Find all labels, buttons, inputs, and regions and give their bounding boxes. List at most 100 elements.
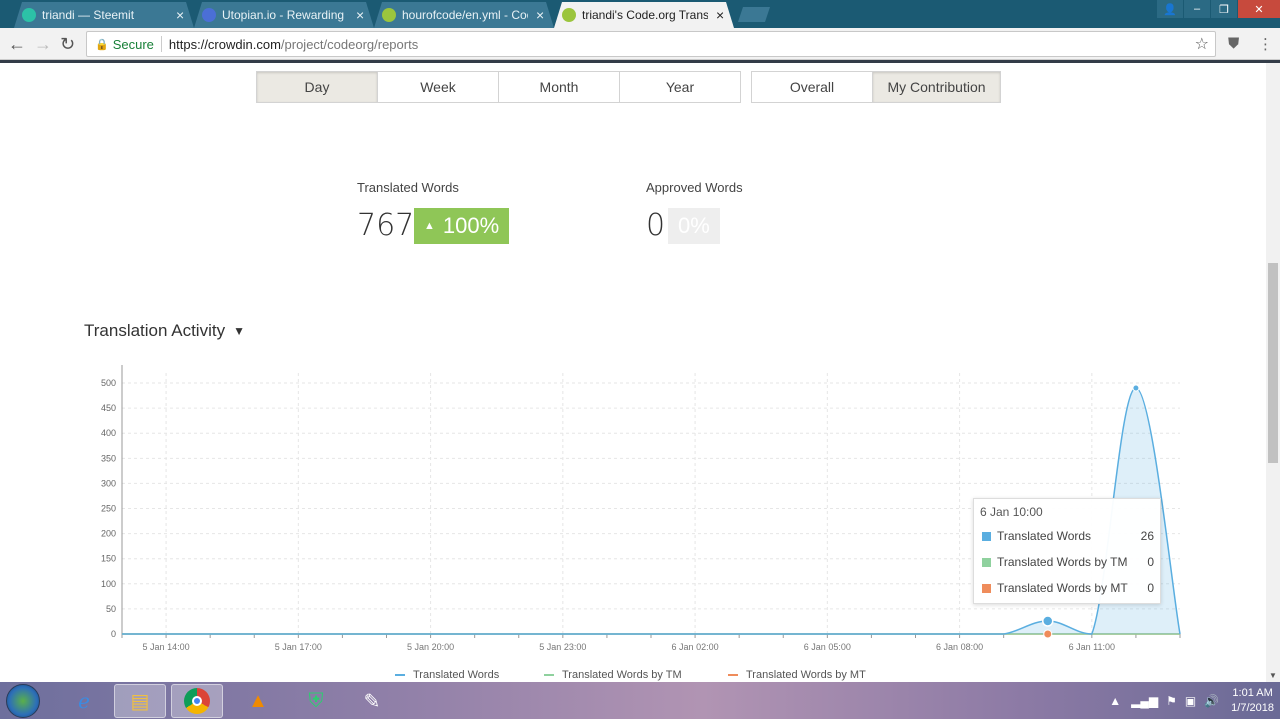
legend-swatch bbox=[982, 583, 991, 593]
x-tick-label: 5 Jan 14:00 bbox=[143, 642, 190, 652]
user-icon[interactable]: 👤 bbox=[1157, 0, 1183, 18]
back-icon[interactable]: ← bbox=[8, 34, 26, 55]
shield-icon[interactable]: ⛊ bbox=[1228, 35, 1239, 52]
utopian-icon bbox=[202, 8, 216, 22]
period-filter: Day Week Month Year bbox=[256, 71, 741, 103]
tab-title: hourofcode/en.yml - Cod bbox=[402, 8, 528, 22]
legend-label: Translated Words bbox=[413, 669, 500, 681]
translation-activity-dropdown[interactable]: Translation Activity ▼ bbox=[84, 321, 245, 341]
up-arrow-icon: ▲ bbox=[424, 220, 435, 232]
network-icon[interactable]: ▣ bbox=[1185, 694, 1196, 708]
tooltip-series-name: Translated Words by MT bbox=[997, 581, 1128, 595]
approved-change-badge: 0% bbox=[668, 208, 720, 244]
legend-label: Translated Words by MT bbox=[746, 669, 866, 681]
window-controls: 👤 – ❐ ✕ bbox=[1156, 0, 1280, 18]
legend-line bbox=[395, 674, 405, 676]
divider bbox=[160, 36, 162, 52]
tab-title: triandi — Steemit bbox=[42, 8, 135, 22]
flag-icon[interactable]: ⚑ bbox=[1166, 694, 1177, 708]
browser-toolbar: ← → ↻ 🔒 Secure https://crowdin.com/proje… bbox=[0, 28, 1280, 60]
scroll-down-icon[interactable]: ▼ bbox=[1269, 671, 1277, 680]
tab-hourofcode[interactable]: hourofcode/en.yml - Cod × bbox=[374, 2, 554, 28]
minimize-button[interactable]: – bbox=[1184, 0, 1210, 18]
security-shield-icon[interactable]: ⛨ bbox=[290, 684, 342, 718]
clock[interactable]: 1:01 AM 1/7/2018 bbox=[1231, 686, 1274, 716]
vlc-icon[interactable]: ▲ bbox=[232, 684, 284, 718]
y-tick-label: 250 bbox=[101, 504, 116, 514]
scrollbar-thumb[interactable] bbox=[1268, 263, 1278, 463]
crowdin-icon bbox=[562, 8, 576, 22]
y-tick-label: 500 bbox=[101, 378, 116, 388]
close-icon[interactable]: × bbox=[176, 7, 184, 23]
y-tick-label: 350 bbox=[101, 453, 116, 463]
show-hidden-icons[interactable]: ▲ bbox=[1109, 694, 1121, 708]
tab-title: triandi's Code.org Transla bbox=[582, 8, 708, 22]
tab-title: Utopian.io - Rewarding O bbox=[222, 8, 348, 22]
tooltip-series-value: 0 bbox=[1147, 555, 1154, 569]
highlight-point bbox=[1042, 615, 1054, 627]
bookmark-star-icon[interactable]: ☆ bbox=[1195, 34, 1209, 54]
y-tick-label: 100 bbox=[101, 579, 116, 589]
legend-swatch bbox=[982, 531, 991, 541]
filter-day-button[interactable]: Day bbox=[256, 71, 378, 103]
tooltip-series-value: 26 bbox=[1140, 529, 1154, 543]
filter-week-button[interactable]: Week bbox=[377, 71, 499, 103]
x-tick-label: 5 Jan 23:00 bbox=[539, 642, 586, 652]
x-tick-label: 5 Jan 17:00 bbox=[275, 642, 322, 652]
tab-utopian[interactable]: Utopian.io - Rewarding O × bbox=[194, 2, 374, 28]
clock-date: 1/7/2018 bbox=[1231, 702, 1274, 714]
close-icon[interactable]: × bbox=[716, 7, 724, 23]
url-path: /project/codeorg/reports bbox=[280, 36, 419, 52]
file-explorer-icon[interactable]: ▤ bbox=[114, 684, 166, 718]
x-tick-label: 6 Jan 11:00 bbox=[1069, 642, 1115, 652]
reload-icon[interactable]: ↻ bbox=[60, 34, 75, 55]
forward-icon[interactable]: → bbox=[34, 34, 52, 55]
highlight-point bbox=[1043, 629, 1053, 639]
legend-item-translated[interactable]: Translated Words bbox=[395, 669, 499, 681]
tab-codeorg-reports[interactable]: triandi's Code.org Transla × bbox=[554, 2, 734, 28]
volume-icon[interactable]: 🔊 bbox=[1204, 694, 1219, 708]
y-tick-label: 0 bbox=[111, 629, 116, 639]
browser-tab-bar: triandi — Steemit × Utopian.io - Rewardi… bbox=[0, 0, 1280, 28]
y-tick-label: 200 bbox=[101, 529, 116, 539]
close-icon[interactable]: × bbox=[356, 7, 364, 23]
section-title: Translation Activity bbox=[84, 321, 226, 340]
paint-icon[interactable]: ✎ bbox=[346, 684, 398, 718]
address-bar[interactable]: 🔒 Secure https://crowdin.com/project/cod… bbox=[86, 31, 1216, 57]
legend-item-tm[interactable]: Translated Words by TM bbox=[544, 669, 682, 681]
y-tick-label: 450 bbox=[101, 403, 116, 413]
steemit-icon bbox=[22, 8, 36, 22]
menu-icon[interactable]: ⋮ bbox=[1258, 35, 1273, 53]
tab-steemit[interactable]: triandi — Steemit × bbox=[14, 2, 194, 28]
legend-item-mt[interactable]: Translated Words by MT bbox=[728, 669, 866, 681]
legend-label: Translated Words by TM bbox=[562, 669, 682, 681]
approved-words-label: Approved Words bbox=[646, 180, 743, 195]
approved-change-value: 0% bbox=[678, 213, 710, 238]
x-tick-label: 6 Jan 05:00 bbox=[804, 642, 851, 652]
chart-tooltip: 6 Jan 10:00 Translated Words 26 Translat… bbox=[973, 498, 1161, 604]
y-tick-label: 50 bbox=[106, 604, 116, 614]
crowdin-icon bbox=[382, 8, 396, 22]
legend-line bbox=[728, 674, 738, 676]
filter-year-button[interactable]: Year bbox=[619, 71, 741, 103]
close-icon[interactable]: × bbox=[536, 7, 544, 23]
scope-filter: Overall My Contribution bbox=[751, 71, 1001, 103]
tooltip-row: Translated Words 26 bbox=[982, 529, 1154, 543]
new-tab-button[interactable] bbox=[738, 7, 770, 22]
y-tick-label: 150 bbox=[101, 554, 116, 564]
filter-overall-button[interactable]: Overall bbox=[751, 71, 873, 103]
signal-icon[interactable]: ▂▄▆ bbox=[1131, 694, 1158, 708]
page-scrollbar[interactable]: ▼ bbox=[1266, 63, 1280, 682]
tooltip-series-name: Translated Words by TM bbox=[997, 555, 1128, 569]
translated-words-label: Translated Words bbox=[357, 180, 459, 195]
filter-my-contribution-button[interactable]: My Contribution bbox=[872, 71, 1001, 103]
start-button[interactable] bbox=[6, 684, 40, 718]
chrome-icon[interactable] bbox=[171, 684, 223, 718]
filter-month-button[interactable]: Month bbox=[498, 71, 620, 103]
peak-point bbox=[1132, 384, 1140, 392]
restore-button[interactable]: ❐ bbox=[1211, 0, 1237, 18]
close-window-button[interactable]: ✕ bbox=[1238, 0, 1280, 18]
x-tick-label: 5 Jan 20:00 bbox=[407, 642, 454, 652]
internet-explorer-icon[interactable]: ℯ bbox=[58, 684, 110, 718]
page-content: Day Week Month Year Overall My Contribut… bbox=[0, 63, 1266, 682]
